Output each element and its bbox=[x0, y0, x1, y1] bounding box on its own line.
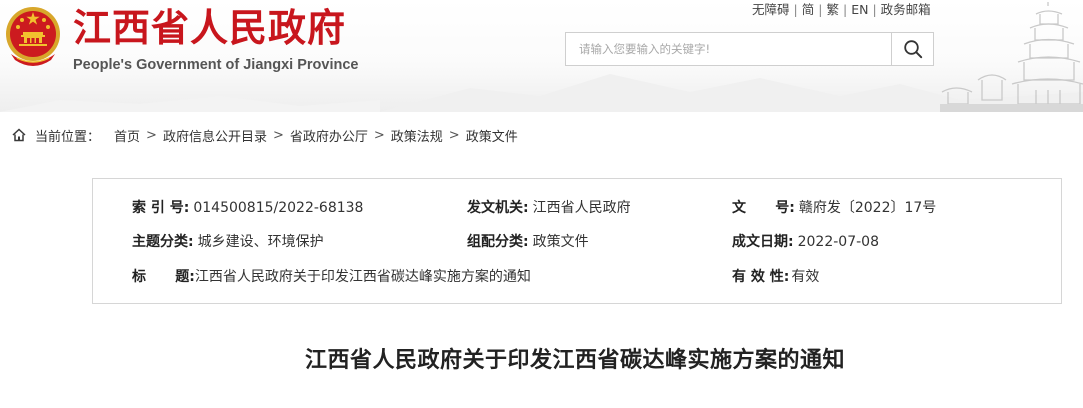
tengwang-pavilion-icon bbox=[940, 2, 1083, 112]
index-number-field: 索 引 号: 014500815/2022-68138 bbox=[132, 197, 363, 219]
title-value: 江西省人民政府关于印发江西省碳达峰实施方案的通知 bbox=[194, 269, 531, 285]
home-icon bbox=[12, 128, 26, 142]
breadcrumb-policy-documents[interactable]: 政策文件 bbox=[466, 126, 518, 145]
breadcrumb-general-office[interactable]: 省政府办公厅 bbox=[290, 126, 368, 145]
article-title: 江西省人民政府关于印发江西省碳达峰实施方案的通知 bbox=[304, 348, 845, 373]
date-label: 成文日期: bbox=[732, 234, 794, 250]
national-emblem-icon bbox=[6, 7, 60, 66]
index-number-label: 索 引 号: bbox=[132, 200, 190, 216]
topic-label: 主题分类: bbox=[132, 234, 194, 250]
separator: | bbox=[818, 2, 823, 17]
index-number-value: 014500815/2022-68138 bbox=[193, 200, 364, 216]
separator: | bbox=[842, 2, 848, 17]
date-value: 2022-07-08 bbox=[797, 234, 879, 250]
title-label: 标 题: bbox=[132, 269, 195, 285]
validity-field: 有 效 性: 有效 bbox=[732, 266, 819, 288]
breadcrumb-separator: > bbox=[448, 127, 460, 143]
search-button[interactable] bbox=[891, 33, 933, 65]
topic-field: 主题分类: 城乡建设、环境保护 bbox=[132, 231, 324, 253]
breadcrumb-separator: > bbox=[373, 127, 385, 143]
title-field: 标 题: 江西省人民政府关于印发江西省碳达峰实施方案的通知 bbox=[132, 266, 531, 288]
breadcrumb-separator: > bbox=[272, 127, 284, 143]
validity-value: 有效 bbox=[791, 269, 820, 285]
separator: | bbox=[793, 2, 798, 17]
issuer-label: 发文机关: bbox=[467, 200, 529, 216]
issuer-value: 江西省人民政府 bbox=[532, 200, 631, 216]
breadcrumb-home[interactable]: 首页 bbox=[114, 126, 140, 145]
gov-mail-link[interactable]: 政务邮箱 bbox=[881, 1, 931, 19]
search-icon bbox=[903, 40, 922, 59]
breadcrumb-gov-info-catalog[interactable]: 政府信息公开目录 bbox=[163, 126, 267, 145]
site-title[interactable]: 江西省人民政府 bbox=[73, 6, 346, 50]
simplified-chinese-link[interactable]: 简 bbox=[802, 1, 815, 19]
separator: | bbox=[872, 2, 877, 17]
breadcrumb-policies-regulations[interactable]: 政策法规 bbox=[391, 126, 443, 145]
top-links: 无障碍 | 简 | 繁 | EN | 政务邮箱 bbox=[752, 1, 931, 19]
document-number-label: 文 号: bbox=[732, 200, 795, 216]
document-info-box: 索 引 号: 014500815/2022-68138 发文机关: 江西省人民政… bbox=[92, 178, 1062, 304]
breadcrumb-separator: > bbox=[146, 127, 157, 143]
breadcrumb-label: 当前位置： bbox=[35, 129, 101, 145]
search-box bbox=[565, 32, 934, 66]
breadcrumb: 当前位置： 首页 > 政府信息公开目录 > 省政府办公厅 > 政策法规 > 政策… bbox=[12, 124, 518, 146]
site-subtitle: People's Government of Jiangxi Province bbox=[73, 57, 359, 73]
issuer-field: 发文机关: 江西省人民政府 bbox=[467, 197, 631, 219]
category-label: 组配分类: bbox=[467, 234, 529, 250]
traditional-chinese-link[interactable]: 繁 bbox=[826, 1, 839, 19]
document-number-field: 文 号: 赣府发〔2022〕17号 bbox=[732, 197, 936, 219]
search-input[interactable] bbox=[566, 33, 891, 65]
topic-value: 城乡建设、环境保护 bbox=[197, 234, 324, 250]
validity-label: 有 效 性: bbox=[732, 269, 790, 285]
category-value: 政策文件 bbox=[532, 234, 589, 250]
accessibility-link[interactable]: 无障碍 bbox=[752, 1, 790, 19]
english-link[interactable]: EN bbox=[851, 1, 868, 19]
site-header: 江西省人民政府 People's Government of Jiangxi P… bbox=[0, 0, 1083, 112]
category-field: 组配分类: 政策文件 bbox=[467, 231, 589, 253]
document-number-value: 赣府发〔2022〕17号 bbox=[798, 200, 937, 216]
date-field: 成文日期: 2022-07-08 bbox=[732, 231, 879, 253]
